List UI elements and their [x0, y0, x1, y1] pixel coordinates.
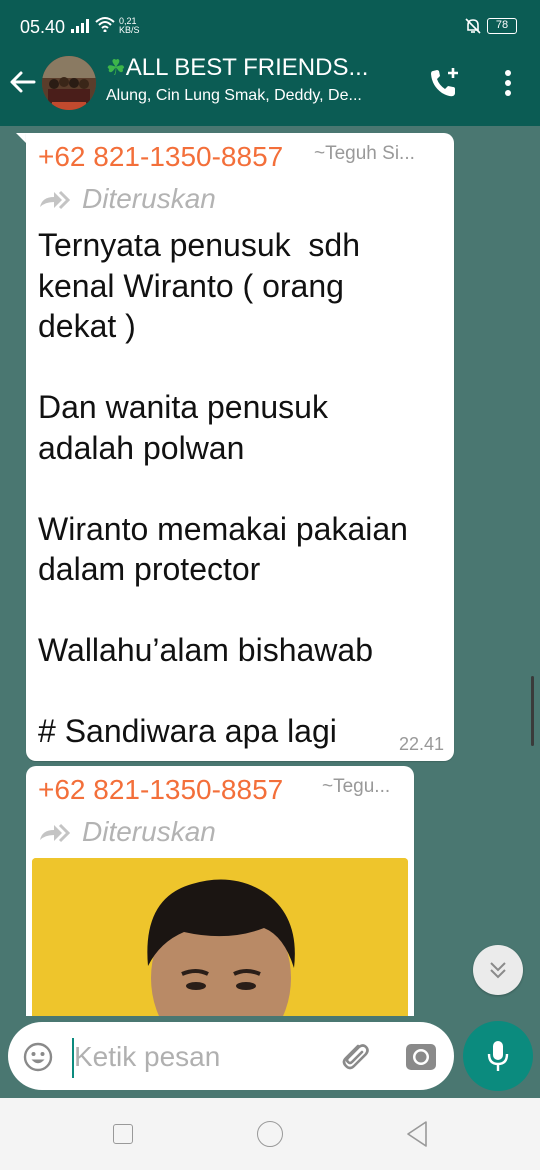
chat-scrollbar[interactable] [531, 676, 534, 746]
microphone-icon [487, 1041, 509, 1071]
wifi-icon [95, 17, 115, 32]
double-chevron-down-icon [490, 962, 506, 979]
forwarded-icon [40, 823, 71, 843]
clover-emoji-icon: ☘ [106, 55, 126, 80]
more-vert-icon[interactable] [498, 68, 518, 98]
attach-icon[interactable] [338, 1040, 370, 1072]
system-nav-bar [0, 1098, 540, 1170]
recent-apps-button[interactable] [113, 1124, 133, 1144]
add-call-icon[interactable] [427, 66, 461, 100]
forwarded-text: Diteruskan [82, 816, 216, 847]
sender-push-name: ~Teguh Si... [314, 143, 415, 164]
network-speed: 0,21 KB/S [119, 17, 140, 35]
notification-muted-icon [465, 18, 481, 34]
chat-area[interactable]: +62 821-1350-8857 ~Teguh Si... Diteruska… [0, 126, 540, 1016]
group-title-text: ALL BEST FRIENDS... [125, 54, 369, 81]
message-photo[interactable] [32, 858, 408, 1016]
status-bar: 05.40 0,21 KB/S 78 [0, 0, 540, 44]
message-time: 22.41 [398, 734, 444, 754]
back-arrow-icon[interactable] [8, 67, 38, 97]
message-input[interactable] [74, 1036, 324, 1078]
forwarded-icon [40, 190, 71, 210]
forwarded-label: Diteruskan [38, 183, 216, 215]
chat-header: ☘ALL BEST FRIENDS... Alung, Cin Lung Sma… [0, 44, 540, 126]
group-members: Alung, Cin Lung Smak, Deddy, De... [106, 87, 362, 104]
sender-phone[interactable]: +62 821-1350-8857 [38, 774, 283, 806]
group-photo-image [42, 56, 96, 110]
signal-icon [71, 19, 89, 33]
message-bubble[interactable]: +62 821-1350-8857 ~Teguh Si... Diteruska… [26, 133, 454, 761]
home-button[interactable] [257, 1121, 283, 1147]
forwarded-text: Diteruskan [82, 183, 216, 214]
voice-record-button[interactable] [463, 1021, 533, 1091]
scroll-to-bottom-button[interactable] [473, 945, 523, 995]
group-avatar[interactable] [42, 56, 96, 110]
group-title: ☘ALL BEST FRIENDS... [106, 54, 411, 82]
sender-push-name: ~Tegu... [322, 776, 391, 797]
nav-back-icon[interactable] [404, 1120, 430, 1148]
sender-phone[interactable]: +62 821-1350-8857 [38, 141, 283, 173]
chat-title-area[interactable]: ☘ALL BEST FRIENDS... Alung, Cin Lung Sma… [106, 54, 411, 105]
forwarded-label: Diteruskan [38, 816, 216, 848]
battery-indicator: 78 [487, 18, 517, 34]
message-composer [8, 1022, 454, 1090]
message-bubble[interactable]: +62 821-1350-8857 ~Tegu... Diteruskan [26, 766, 414, 1016]
message-text: Ternyata penusuk sdh kenal Wiranto ( ora… [38, 227, 408, 749]
emoji-icon[interactable] [22, 1041, 54, 1073]
portrait-image [32, 858, 408, 1016]
network-speed-unit: KB/S [119, 25, 140, 35]
camera-icon[interactable] [404, 1041, 438, 1073]
status-time: 05.40 [20, 17, 66, 37]
